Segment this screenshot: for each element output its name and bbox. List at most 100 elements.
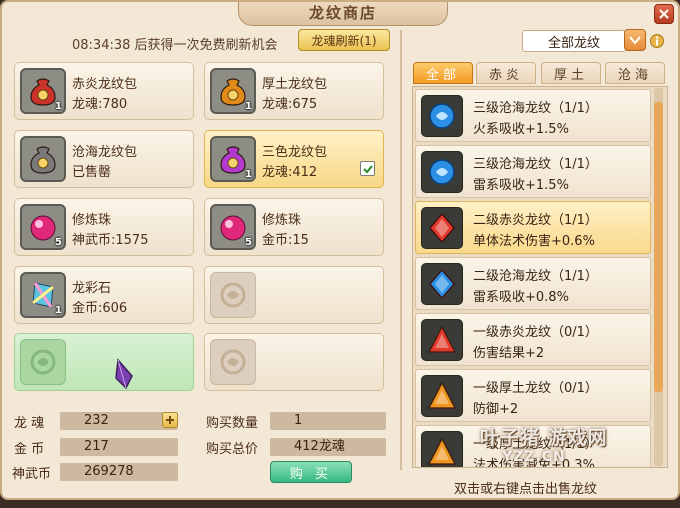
plus-icon bbox=[166, 416, 174, 424]
tab-2[interactable]: 厚土 bbox=[541, 62, 601, 84]
item-price: 金币:606 bbox=[72, 301, 128, 316]
purchase-qty-input[interactable]: 1 bbox=[270, 412, 386, 430]
shenwu-label: 神武币 bbox=[12, 467, 52, 482]
pattern-effect: 单体法术伤害+0.6% bbox=[473, 234, 595, 249]
longhun-label: 龙 魂 bbox=[14, 416, 45, 431]
buy-button[interactable]: 购 买 bbox=[270, 461, 352, 483]
panel-divider bbox=[400, 30, 402, 470]
pattern-effect: 火系吸收+1.5% bbox=[473, 122, 569, 137]
pattern-name: 一级厚土龙纹（0/1） bbox=[473, 381, 598, 396]
purchase-qty-label: 购买数量 bbox=[206, 416, 259, 431]
shop-item-slot[interactable]: 1 三色龙纹包 龙魂:412 bbox=[204, 130, 384, 188]
pattern-row[interactable]: 一级赤炎龙纹（0/1） 伤害结果+2 bbox=[415, 313, 651, 366]
pattern-name: 一级赤炎龙纹（0/1） bbox=[473, 325, 598, 340]
red-pouch-icon: 1 bbox=[20, 68, 66, 114]
pattern-name: 三级沧海龙纹（1/1） bbox=[473, 101, 598, 116]
chevron-down-icon bbox=[629, 36, 641, 45]
shenwu-value: 269278 bbox=[60, 463, 178, 481]
total-price-value: 412龙魂 bbox=[270, 438, 386, 456]
empty-shop-slot[interactable] bbox=[204, 333, 384, 391]
empty-slot-frame bbox=[210, 272, 256, 318]
gold-label: 金 币 bbox=[14, 442, 45, 457]
filter-dropdown-button[interactable] bbox=[624, 29, 646, 51]
pattern-effect: 伤害结果+2 bbox=[473, 346, 545, 361]
sell-hint: 双击或右键点击出售龙纹 bbox=[454, 482, 598, 497]
pattern-row[interactable]: 一级厚土龙纹（1/1） 法术伤害减免+0.3% bbox=[415, 425, 651, 468]
longhun-refresh-button[interactable]: 龙魂刷新(1) bbox=[298, 29, 390, 51]
gold-value: 217 bbox=[60, 438, 178, 456]
orange-pouch-icon: 1 bbox=[210, 68, 256, 114]
blue-orb-icon bbox=[421, 151, 463, 193]
dragon-emblem-icon bbox=[220, 349, 246, 375]
item-name: 龙彩石 bbox=[72, 281, 112, 296]
title-bar: 龙纹商店 bbox=[238, 2, 448, 26]
pattern-list-scrollbar[interactable] bbox=[654, 88, 663, 466]
shop-item-slot[interactable]: 5 修炼珠 金币:15 bbox=[204, 198, 384, 256]
pattern-row[interactable]: 一级厚土龙纹（0/1） 防御+2 bbox=[415, 369, 651, 422]
info-icon[interactable] bbox=[650, 33, 664, 49]
pattern-row[interactable]: 三级沧海龙纹（1/1） 雷系吸收+1.5% bbox=[415, 145, 651, 198]
empty-slot-frame bbox=[20, 339, 66, 385]
pattern-effect: 雷系吸收+0.8% bbox=[473, 290, 569, 305]
item-price: 龙魂:780 bbox=[72, 97, 128, 112]
window-title: 龙纹商店 bbox=[308, 4, 377, 22]
shop-item-slot[interactable]: 沧海龙纹包 已售罄 bbox=[14, 130, 194, 188]
item-quantity: 1 bbox=[55, 305, 62, 316]
tab-3[interactable]: 沧海 bbox=[605, 62, 665, 84]
dragon-pattern-shop-window: 龙纹商店 08:34:38 后获得一次免费刷新机会 龙魂刷新(1) 1 赤炎龙纹… bbox=[0, 0, 680, 500]
red-triangle-icon bbox=[421, 319, 463, 361]
purple-pouch-icon: 1 bbox=[210, 136, 256, 182]
item-price: 神武币:1575 bbox=[72, 233, 149, 248]
item-name: 修炼珠 bbox=[262, 213, 302, 228]
free-refresh-timer: 08:34:38 后获得一次免费刷新机会 bbox=[72, 38, 278, 53]
pattern-name: 三级沧海龙纹（1/1） bbox=[473, 157, 598, 172]
pattern-row[interactable]: 二级赤炎龙纹（1/1） 单体法术伤害+0.6% bbox=[415, 201, 651, 254]
pattern-row[interactable]: 二级沧海龙纹（1/1） 雷系吸收+0.8% bbox=[415, 257, 651, 310]
gray-pouch-icon bbox=[20, 136, 66, 182]
longhun-value: 232 bbox=[60, 412, 178, 430]
empty-slot-frame bbox=[210, 339, 256, 385]
rainbow-stone-icon: 1 bbox=[20, 272, 66, 318]
pattern-filter-select[interactable]: 全部龙纹 bbox=[522, 30, 626, 52]
item-price: 已售罄 bbox=[72, 165, 112, 180]
add-longhun-button[interactable] bbox=[162, 412, 178, 428]
blue-orb-icon bbox=[421, 95, 463, 137]
pattern-row[interactable]: 三级沧海龙纹（1/1） 火系吸收+1.5% bbox=[415, 89, 651, 142]
item-name: 赤炎龙纹包 bbox=[72, 77, 138, 92]
item-price: 金币:15 bbox=[262, 233, 309, 248]
pattern-effect: 雷系吸收+1.5% bbox=[473, 178, 569, 193]
total-price-label: 购买总价 bbox=[206, 442, 259, 457]
crystal-cursor-icon bbox=[115, 358, 133, 390]
pattern-list: 三级沧海龙纹（1/1） 火系吸收+1.5% 三级沧海龙纹（1/1） 雷系吸收+1… bbox=[412, 86, 668, 468]
item-quantity: 1 bbox=[55, 101, 62, 112]
item-name: 沧海龙纹包 bbox=[72, 145, 138, 160]
dragon-emblem-icon bbox=[220, 282, 246, 308]
pattern-name: 一级厚土龙纹（1/1） bbox=[473, 437, 598, 452]
item-price: 龙魂:675 bbox=[262, 97, 318, 112]
item-name: 厚土龙纹包 bbox=[262, 77, 328, 92]
tab-1[interactable]: 赤炎 bbox=[476, 62, 536, 84]
empty-shop-slot[interactable] bbox=[204, 266, 384, 324]
shop-item-slot[interactable]: 1 龙彩石 金币:606 bbox=[14, 266, 194, 324]
tab-0[interactable]: 全部 bbox=[413, 62, 473, 84]
pattern-effect: 法术伤害减免+0.3% bbox=[473, 458, 595, 468]
orange-triangle-icon bbox=[421, 375, 463, 417]
item-quantity: 5 bbox=[245, 237, 252, 248]
pattern-name: 二级沧海龙纹（1/1） bbox=[473, 269, 598, 284]
selected-checkbox[interactable] bbox=[360, 161, 375, 176]
pink-orb-icon: 5 bbox=[20, 204, 66, 250]
item-quantity: 5 bbox=[55, 237, 62, 248]
game-background-strip bbox=[0, 500, 680, 508]
pattern-effect: 防御+2 bbox=[473, 402, 519, 417]
empty-shop-slot-hovered[interactable] bbox=[14, 333, 194, 391]
red-diamond-icon bbox=[421, 207, 463, 249]
close-icon bbox=[659, 9, 669, 19]
orange-triangle-icon bbox=[421, 431, 463, 467]
check-icon bbox=[362, 164, 373, 173]
close-button[interactable] bbox=[654, 4, 674, 24]
shop-item-slot[interactable]: 1 厚土龙纹包 龙魂:675 bbox=[204, 62, 384, 120]
item-name: 修炼珠 bbox=[72, 213, 112, 228]
shop-item-slot[interactable]: 1 赤炎龙纹包 龙魂:780 bbox=[14, 62, 194, 120]
scrollbar-thumb[interactable] bbox=[654, 102, 663, 392]
shop-item-slot[interactable]: 5 修炼珠 神武币:1575 bbox=[14, 198, 194, 256]
